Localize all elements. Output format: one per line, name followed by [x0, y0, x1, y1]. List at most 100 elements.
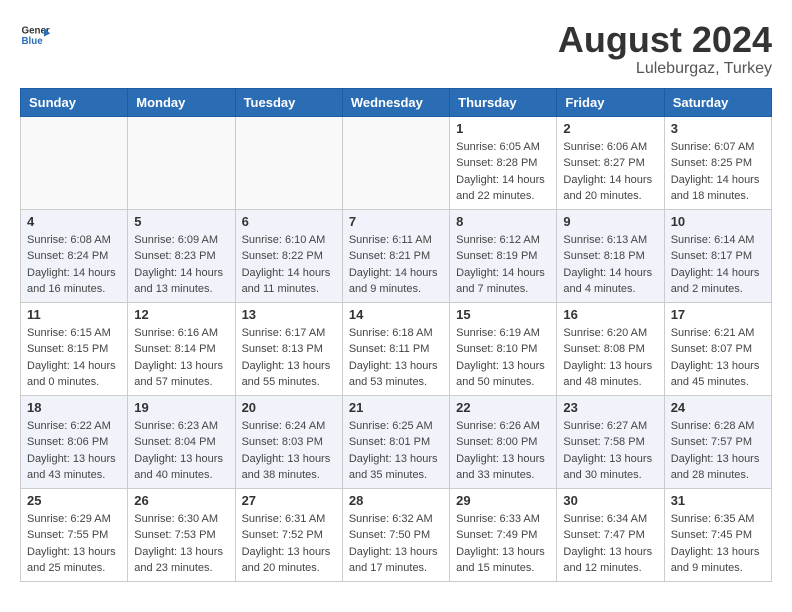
day-number: 10	[671, 214, 765, 229]
day-number: 27	[242, 493, 336, 508]
day-number: 23	[563, 400, 657, 415]
calendar-day-cell: 18 Sunrise: 6:22 AMSunset: 8:06 PMDayligh…	[21, 395, 128, 488]
calendar-day-cell: 24 Sunrise: 6:28 AMSunset: 7:57 PMDayligh…	[664, 395, 771, 488]
calendar-week-row: 18 Sunrise: 6:22 AMSunset: 8:06 PMDayligh…	[21, 395, 772, 488]
col-header-thursday: Thursday	[450, 88, 557, 116]
calendar-day-cell	[128, 116, 235, 209]
calendar-day-cell: 19 Sunrise: 6:23 AMSunset: 8:04 PMDayligh…	[128, 395, 235, 488]
calendar-header-row: SundayMondayTuesdayWednesdayThursdayFrid…	[21, 88, 772, 116]
day-number: 12	[134, 307, 228, 322]
calendar-day-cell: 2 Sunrise: 6:06 AMSunset: 8:27 PMDaylight…	[557, 116, 664, 209]
calendar-day-cell: 11Sunrise: 6:15 AMSunset: 8:15 PMDayligh…	[21, 302, 128, 395]
calendar-day-cell: 23 Sunrise: 6:27 AMSunset: 7:58 PMDayligh…	[557, 395, 664, 488]
day-info: Sunrise: 6:26 AMSunset: 8:00 PMDaylight:…	[456, 418, 550, 484]
day-number: 9	[563, 214, 657, 229]
day-info: Sunrise: 6:32 AMSunset: 7:50 PMDaylight:…	[349, 511, 443, 577]
calendar-week-row: 11Sunrise: 6:15 AMSunset: 8:15 PMDayligh…	[21, 302, 772, 395]
day-number: 4	[27, 214, 121, 229]
month-year: August 2024	[558, 20, 772, 60]
calendar-day-cell: 7 Sunrise: 6:11 AMSunset: 8:21 PMDaylight…	[342, 209, 449, 302]
day-number: 8	[456, 214, 550, 229]
calendar-day-cell: 25Sunrise: 6:29 AMSunset: 7:55 PMDayligh…	[21, 488, 128, 581]
day-info: Sunrise: 6:11 AMSunset: 8:21 PMDaylight:…	[349, 232, 443, 298]
calendar-day-cell: 3 Sunrise: 6:07 AMSunset: 8:25 PMDaylight…	[664, 116, 771, 209]
day-info: Sunrise: 6:25 AMSunset: 8:01 PMDaylight:…	[349, 418, 443, 484]
svg-text:Blue: Blue	[22, 36, 44, 47]
day-info: Sunrise: 6:35 AMSunset: 7:45 PMDaylight:…	[671, 511, 765, 577]
day-number: 11	[27, 307, 121, 322]
day-number: 22	[456, 400, 550, 415]
day-number: 6	[242, 214, 336, 229]
day-info: Sunrise: 6:05 AMSunset: 8:28 PMDaylight:…	[456, 139, 550, 205]
day-number: 2	[563, 121, 657, 136]
day-number: 16	[563, 307, 657, 322]
calendar-day-cell: 12 Sunrise: 6:16 AMSunset: 8:14 PMDayligh…	[128, 302, 235, 395]
calendar-day-cell: 15Sunrise: 6:19 AMSunset: 8:10 PMDayligh…	[450, 302, 557, 395]
calendar-day-cell: 31 Sunrise: 6:35 AMSunset: 7:45 PMDayligh…	[664, 488, 771, 581]
calendar-day-cell: 27 Sunrise: 6:31 AMSunset: 7:52 PMDayligh…	[235, 488, 342, 581]
day-info: Sunrise: 6:14 AMSunset: 8:17 PMDaylight:…	[671, 232, 765, 298]
calendar-week-row: 25Sunrise: 6:29 AMSunset: 7:55 PMDayligh…	[21, 488, 772, 581]
col-header-saturday: Saturday	[664, 88, 771, 116]
calendar-day-cell: 10 Sunrise: 6:14 AMSunset: 8:17 PMDayligh…	[664, 209, 771, 302]
day-number: 29	[456, 493, 550, 508]
day-info: Sunrise: 6:34 AMSunset: 7:47 PMDaylight:…	[563, 511, 657, 577]
day-number: 20	[242, 400, 336, 415]
day-number: 7	[349, 214, 443, 229]
day-info: Sunrise: 6:18 AMSunset: 8:11 PMDaylight:…	[349, 325, 443, 391]
day-info: Sunrise: 6:10 AMSunset: 8:22 PMDaylight:…	[242, 232, 336, 298]
day-info: Sunrise: 6:08 AMSunset: 8:24 PMDaylight:…	[27, 232, 121, 298]
calendar-day-cell: 17 Sunrise: 6:21 AMSunset: 8:07 PMDayligh…	[664, 302, 771, 395]
day-info: Sunrise: 6:07 AMSunset: 8:25 PMDaylight:…	[671, 139, 765, 205]
day-number: 31	[671, 493, 765, 508]
calendar-day-cell: 28 Sunrise: 6:32 AMSunset: 7:50 PMDayligh…	[342, 488, 449, 581]
calendar-day-cell: 21Sunrise: 6:25 AMSunset: 8:01 PMDayligh…	[342, 395, 449, 488]
col-header-sunday: Sunday	[21, 88, 128, 116]
day-info: Sunrise: 6:20 AMSunset: 8:08 PMDaylight:…	[563, 325, 657, 391]
day-info: Sunrise: 6:13 AMSunset: 8:18 PMDaylight:…	[563, 232, 657, 298]
day-info: Sunrise: 6:16 AMSunset: 8:14 PMDaylight:…	[134, 325, 228, 391]
day-number: 26	[134, 493, 228, 508]
day-number: 18	[27, 400, 121, 415]
col-header-wednesday: Wednesday	[342, 88, 449, 116]
logo: General Blue	[20, 20, 50, 50]
day-number: 30	[563, 493, 657, 508]
day-info: Sunrise: 6:21 AMSunset: 8:07 PMDaylight:…	[671, 325, 765, 391]
day-number: 19	[134, 400, 228, 415]
day-info: Sunrise: 6:17 AMSunset: 8:13 PMDaylight:…	[242, 325, 336, 391]
calendar-day-cell: 26 Sunrise: 6:30 AMSunset: 7:53 PMDayligh…	[128, 488, 235, 581]
calendar-day-cell	[235, 116, 342, 209]
calendar-day-cell	[342, 116, 449, 209]
day-number: 28	[349, 493, 443, 508]
day-info: Sunrise: 6:09 AMSunset: 8:23 PMDaylight:…	[134, 232, 228, 298]
calendar-day-cell: 5 Sunrise: 6:09 AMSunset: 8:23 PMDaylight…	[128, 209, 235, 302]
col-header-tuesday: Tuesday	[235, 88, 342, 116]
day-number: 1	[456, 121, 550, 136]
day-info: Sunrise: 6:28 AMSunset: 7:57 PMDaylight:…	[671, 418, 765, 484]
calendar-week-row: 4 Sunrise: 6:08 AMSunset: 8:24 PMDaylight…	[21, 209, 772, 302]
calendar-day-cell: 22 Sunrise: 6:26 AMSunset: 8:00 PMDayligh…	[450, 395, 557, 488]
calendar-day-cell: 8 Sunrise: 6:12 AMSunset: 8:19 PMDaylight…	[450, 209, 557, 302]
day-info: Sunrise: 6:22 AMSunset: 8:06 PMDaylight:…	[27, 418, 121, 484]
day-number: 24	[671, 400, 765, 415]
day-number: 3	[671, 121, 765, 136]
day-info: Sunrise: 6:06 AMSunset: 8:27 PMDaylight:…	[563, 139, 657, 205]
calendar-day-cell: 20Sunrise: 6:24 AMSunset: 8:03 PMDayligh…	[235, 395, 342, 488]
day-info: Sunrise: 6:30 AMSunset: 7:53 PMDaylight:…	[134, 511, 228, 577]
day-number: 13	[242, 307, 336, 322]
calendar-week-row: 1 Sunrise: 6:05 AMSunset: 8:28 PMDaylight…	[21, 116, 772, 209]
day-info: Sunrise: 6:12 AMSunset: 8:19 PMDaylight:…	[456, 232, 550, 298]
col-header-monday: Monday	[128, 88, 235, 116]
day-info: Sunrise: 6:29 AMSunset: 7:55 PMDaylight:…	[27, 511, 121, 577]
day-number: 17	[671, 307, 765, 322]
day-info: Sunrise: 6:27 AMSunset: 7:58 PMDaylight:…	[563, 418, 657, 484]
calendar-day-cell: 13 Sunrise: 6:17 AMSunset: 8:13 PMDayligh…	[235, 302, 342, 395]
calendar-day-cell: 29 Sunrise: 6:33 AMSunset: 7:49 PMDayligh…	[450, 488, 557, 581]
logo-icon: General Blue	[20, 20, 50, 50]
day-info: Sunrise: 6:33 AMSunset: 7:49 PMDaylight:…	[456, 511, 550, 577]
day-info: Sunrise: 6:23 AMSunset: 8:04 PMDaylight:…	[134, 418, 228, 484]
day-number: 14	[349, 307, 443, 322]
day-info: Sunrise: 6:31 AMSunset: 7:52 PMDaylight:…	[242, 511, 336, 577]
day-number: 5	[134, 214, 228, 229]
calendar-day-cell: 1 Sunrise: 6:05 AMSunset: 8:28 PMDaylight…	[450, 116, 557, 209]
